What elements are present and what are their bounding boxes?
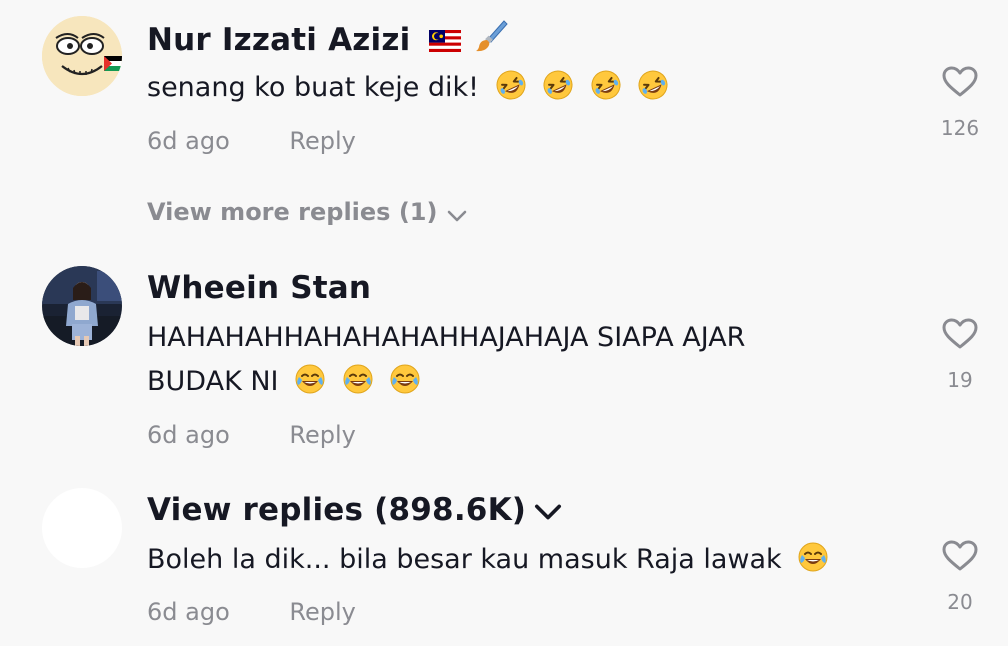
chevron-down-icon — [447, 210, 467, 222]
comment-timestamp: 6d ago — [147, 598, 230, 626]
comment-meta: 6d ago Reply — [147, 598, 356, 626]
comment-timestamp: 6d ago — [147, 421, 230, 449]
chevron-down-icon — [534, 503, 562, 521]
heart-icon — [942, 540, 978, 572]
avatar[interactable] — [42, 488, 122, 568]
comment-text-content: senang ko buat keje dik! — [147, 72, 479, 103]
troll-face-avatar-icon — [42, 16, 122, 96]
comment-text-line-2-content: BUDAK NI — [147, 366, 279, 397]
reply-button[interactable]: Reply — [289, 598, 355, 626]
avatar[interactable] — [42, 16, 122, 96]
comment-meta: 6d ago Reply — [147, 421, 356, 449]
comment-username[interactable]: Nur Izzati Azizi — [147, 18, 509, 60]
like-count: 19 — [947, 368, 973, 392]
comment-text: HAHAHAHHAHAHAHAHHAJAHAJA SIAPA AJAR BUDA… — [147, 316, 745, 404]
comment-item: Wheein Stan HAHAHAHHAHAHAHAHHAJAHAJA SIA… — [0, 240, 1008, 470]
like-count: 20 — [947, 590, 973, 614]
reply-button[interactable]: Reply — [289, 421, 355, 449]
comment-username[interactable]: Wheein Stan — [147, 270, 371, 306]
paintbrush-icon — [474, 18, 509, 60]
comment-text-content: Boleh la dik... bila besar kau masuk Raj… — [147, 544, 782, 575]
joy-emoji-icon — [342, 363, 374, 395]
rofl-emoji-icon — [542, 69, 574, 101]
avatar[interactable] — [42, 266, 122, 346]
rofl-emoji-icon — [590, 69, 622, 101]
view-more-replies-label: View more replies (1) — [147, 198, 438, 226]
view-more-replies-button[interactable]: View more replies (1) — [147, 198, 467, 226]
heart-icon — [942, 66, 978, 98]
comment-text-line-1: HAHAHAHHAHAHAHAHHAJAHAJA SIAPA AJAR — [147, 322, 746, 353]
like-button[interactable]: 126 — [935, 66, 985, 140]
like-count: 126 — [940, 116, 980, 140]
malaysia-flag-icon — [429, 24, 462, 60]
rofl-emoji-icon — [637, 69, 669, 101]
comment-text-line-2: BUDAK NI — [147, 360, 745, 404]
joy-emoji-icon — [389, 363, 421, 395]
comment-text: senang ko buat keje dik! — [147, 66, 669, 110]
profile-photo-avatar-icon — [42, 266, 122, 346]
like-button[interactable]: 19 — [935, 318, 985, 392]
joy-emoji-icon — [797, 541, 829, 573]
comment-item: View replies (898.6K) Boleh la dik... bi… — [0, 470, 1008, 646]
like-button[interactable]: 20 — [935, 540, 985, 614]
comment-item: Nur Izzati Azizi senang ko buat keje dik… — [0, 0, 1008, 240]
comment-text: Boleh la dik... bila besar kau masuk Raj… — [147, 538, 829, 582]
comment-meta: 6d ago Reply — [147, 127, 356, 155]
reply-button[interactable]: Reply — [289, 127, 355, 155]
view-replies-button[interactable]: View replies (898.6K) — [147, 492, 562, 528]
rofl-emoji-icon — [495, 69, 527, 101]
username-text: Wheein Stan — [147, 270, 372, 306]
heart-icon — [942, 318, 978, 350]
joy-emoji-icon — [294, 363, 326, 395]
comment-timestamp: 6d ago — [147, 127, 230, 155]
username-text: Nur Izzati Azizi — [147, 22, 411, 58]
view-replies-label: View replies (898.6K) — [147, 492, 527, 528]
